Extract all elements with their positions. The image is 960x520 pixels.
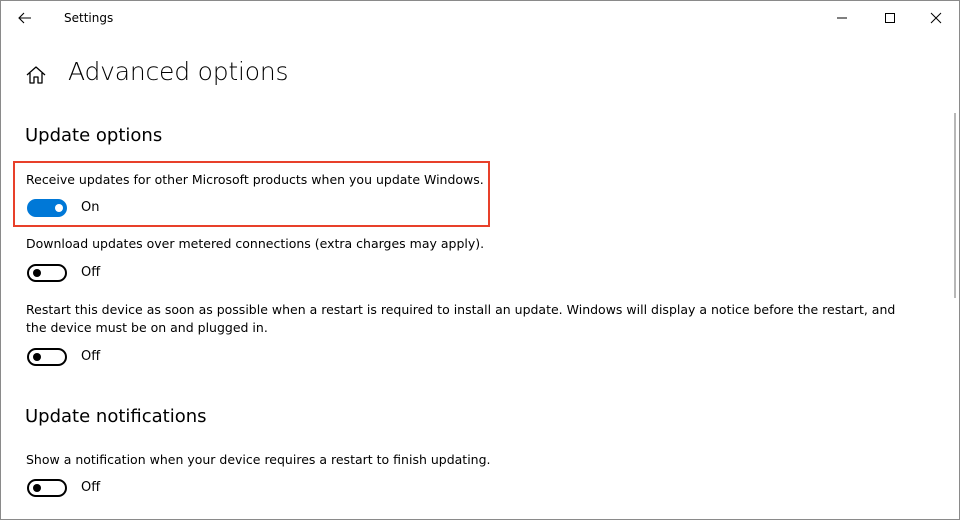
back-button[interactable] [9,3,41,33]
title-bar: Settings [1,1,959,35]
maximize-button[interactable] [867,1,913,35]
toggle-state-label: Off [81,265,101,280]
close-icon [930,12,942,24]
home-button[interactable] [24,63,48,87]
restart-asap-toggle[interactable] [27,348,67,366]
back-arrow-icon [18,12,31,24]
toggle-state-label: Off [81,349,101,364]
option-description: Restart this device as soon as possible … [26,302,896,335]
metered-connections-toggle[interactable] [27,264,67,282]
home-icon [26,66,46,84]
toggle-state-label: Off [81,480,101,495]
section-heading-update-options: Update options [25,125,163,146]
window-title: Settings [64,11,114,25]
option-description: Download updates over metered connection… [26,236,485,251]
toggle-knob [33,484,41,492]
scrollbar-thumb[interactable] [954,113,956,298]
settings-window: Settings Advanced options Update options… [0,0,960,520]
minimize-button[interactable] [819,1,865,35]
close-button[interactable] [913,1,959,35]
maximize-icon [885,13,895,23]
highlight-annotation [13,161,490,227]
minimize-icon [837,17,847,19]
toggle-knob [33,353,41,361]
restart-notification-toggle[interactable] [27,479,67,497]
page-title: Advanced options [68,57,289,86]
option-description: Show a notification when your device req… [26,452,491,467]
toggle-knob [33,269,41,277]
section-heading-update-notifications: Update notifications [25,406,207,427]
